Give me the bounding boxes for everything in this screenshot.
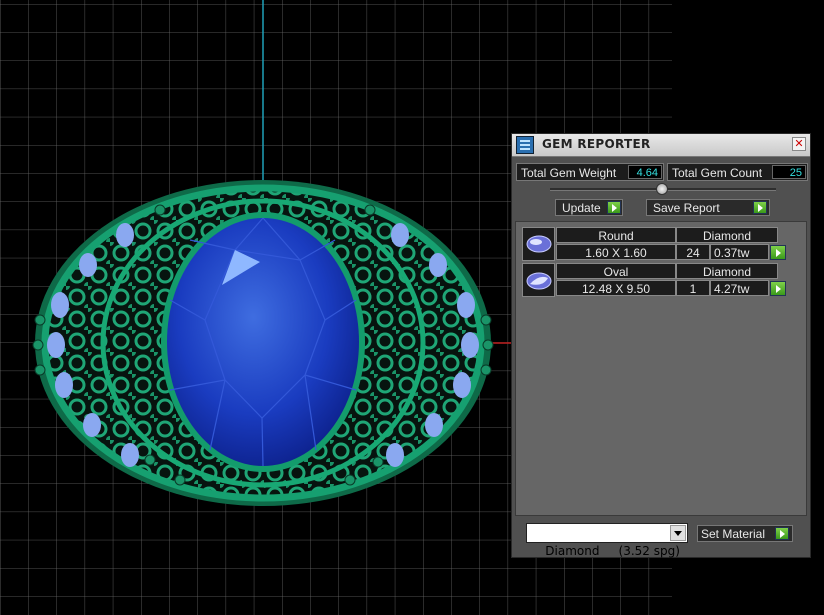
material-select[interactable]: Diamond (3.52 spg) — [526, 523, 688, 558]
gem-row-oval[interactable]: Oval Diamond 12.48 X 9.50 1 4.27tw — [522, 263, 786, 297]
set-material-button[interactable]: Set Material — [697, 525, 793, 542]
panel-titlebar[interactable]: GEM REPORTER ✕ — [512, 134, 810, 157]
round-gem-icon — [522, 227, 555, 261]
material-select-value: Diamond (3.52 spg) — [545, 544, 680, 558]
gem-count: 24 — [676, 244, 710, 260]
gem-size: 1.60 X 1.60 — [556, 244, 676, 260]
play-arrow-icon — [753, 201, 767, 214]
chevron-down-icon[interactable] — [670, 525, 686, 541]
gem-weight: 0.37tw — [710, 244, 769, 260]
gem-size: 12.48 X 9.50 — [556, 280, 676, 296]
center-gem — [167, 218, 359, 466]
save-report-button[interactable]: Save Report — [646, 199, 770, 216]
gem-shape: Oval — [556, 263, 676, 279]
set-material-label: Set Material — [701, 527, 766, 541]
slider-handle[interactable] — [656, 183, 668, 195]
gem-material: Diamond — [676, 263, 778, 279]
gem-material: Diamond — [676, 227, 778, 243]
play-arrow-icon[interactable] — [770, 281, 786, 296]
gem-shape: Round — [556, 227, 676, 243]
total-gem-count-label: Total Gem Count — [672, 166, 763, 180]
total-gem-count-value: 25 — [772, 165, 806, 179]
update-button[interactable]: Update — [555, 199, 623, 216]
gem-weight: 4.27tw — [710, 280, 769, 296]
gem-reporter-icon — [516, 136, 534, 154]
gem-list: Round Diamond 1.60 X 1.60 24 0.37tw Oval… — [515, 221, 807, 516]
ring-model[interactable] — [32, 180, 494, 506]
total-gem-weight-label: Total Gem Weight — [521, 166, 617, 180]
gem-reporter-panel: GEM REPORTER ✕ Total Gem Weight 4.64 Tot… — [511, 133, 811, 558]
close-icon[interactable]: ✕ — [792, 137, 806, 151]
gem-count: 1 — [676, 280, 710, 296]
gem-row-round[interactable]: Round Diamond 1.60 X 1.60 24 0.37tw — [522, 227, 786, 261]
panel-title: GEM REPORTER — [542, 137, 651, 151]
play-arrow-icon — [607, 201, 621, 214]
save-report-label: Save Report — [653, 201, 720, 215]
total-gem-weight-value: 4.64 — [628, 165, 662, 179]
oval-gem-icon — [522, 263, 555, 297]
update-label: Update — [562, 201, 601, 215]
play-arrow-icon[interactable] — [770, 245, 786, 260]
play-arrow-icon — [775, 527, 789, 540]
